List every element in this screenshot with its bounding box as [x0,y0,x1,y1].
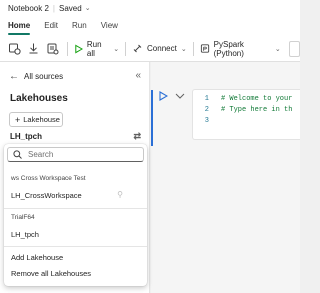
run-all-button[interactable]: Run all ⌄ [74,40,119,58]
title-bar: Notebook 2 | Saved ⌄ [0,0,300,16]
tab-view[interactable]: View [101,16,118,36]
menu-bar: Home Edit Run View [0,16,300,36]
toolbar: Run all ⌄ Connect ⌄ PySpark (Python) ⌄ [0,36,300,62]
collapse-panel-icon[interactable]: « [135,70,141,81]
divider [4,246,147,247]
line-number: 1 [204,95,209,103]
tab-run[interactable]: Run [72,16,87,36]
chevron-down-icon[interactable]: ⌄ [113,45,119,53]
divider [4,208,147,209]
settings-icon[interactable] [8,42,21,55]
add-lakehouse-option[interactable]: Add Lakehouse [11,253,63,262]
line-number: 2 [204,106,209,114]
language-label: PySpark (Python) [213,39,244,58]
play-icon [75,44,83,53]
chevron-down-icon[interactable] [174,91,186,101]
selected-lakehouse[interactable]: LH_tpch ⇄ [0,128,150,144]
title-separator: | [52,3,55,13]
remove-all-lakehouses-option[interactable]: Remove all Lakehouses [11,269,91,278]
plus-icon: + [15,114,21,125]
swap-icon[interactable]: ⇄ [133,131,141,142]
notebook-name[interactable]: Notebook 2 [8,4,49,13]
connect-button[interactable]: Connect ⌄ [132,43,187,54]
connect-label: Connect [147,44,177,53]
back-to-all-sources[interactable]: ← All sources [9,71,63,82]
code-line: # Welcome to your [221,95,293,103]
lakehouse-dropdown: Search ws Cross Workspace Test LH_CrossW… [4,144,147,286]
search-icon [13,150,22,159]
lakehouse-option[interactable]: LH_tpch [11,230,39,239]
pin-icon[interactable]: ⚲ [117,190,123,199]
add-lakehouse-label: Lakehouse [23,115,60,124]
tab-edit[interactable]: Edit [44,16,58,36]
run-all-label: Run all [86,39,102,58]
chevron-down-icon[interactable]: ⌄ [275,45,281,53]
chevron-down-icon[interactable]: ⌄ [85,4,91,12]
toolbar-divider [125,41,127,56]
group-header: ws Cross Workspace Test [11,175,86,182]
search-input[interactable]: Search [7,147,144,162]
run-cell-icon[interactable] [158,91,168,101]
panel-title: Lakehouses [10,93,68,104]
plug-icon [133,44,142,53]
save-status: Saved [59,3,82,13]
code-cell[interactable]: 1 # Welcome to your 2 # Type here in th … [192,89,300,140]
library-icon[interactable] [46,42,59,55]
lakehouse-option[interactable]: LH_CrossWorkspace [11,191,82,200]
line-number: 3 [204,117,209,125]
search-placeholder: Search [28,150,54,159]
add-lakehouse-button[interactable]: + Lakehouse [9,112,63,127]
chevron-down-icon[interactable]: ⌄ [181,45,187,53]
code-line: # Type here in th [221,106,293,114]
toolbar-divider [192,41,194,56]
download-icon[interactable] [27,42,40,55]
back-label: All sources [24,71,64,81]
arrow-left-icon: ← [9,70,19,82]
cell-controls [158,91,186,101]
language-select[interactable]: PySpark (Python) ⌄ [200,40,281,58]
tab-home[interactable]: Home [8,16,31,36]
selected-lakehouse-name: LH_tpch [10,131,42,141]
active-cell-indicator [151,90,153,146]
code-icon [200,44,209,53]
group-header: TrialF64 [11,214,35,221]
toolbar-divider [67,41,68,56]
environment-select[interactable] [288,40,300,57]
